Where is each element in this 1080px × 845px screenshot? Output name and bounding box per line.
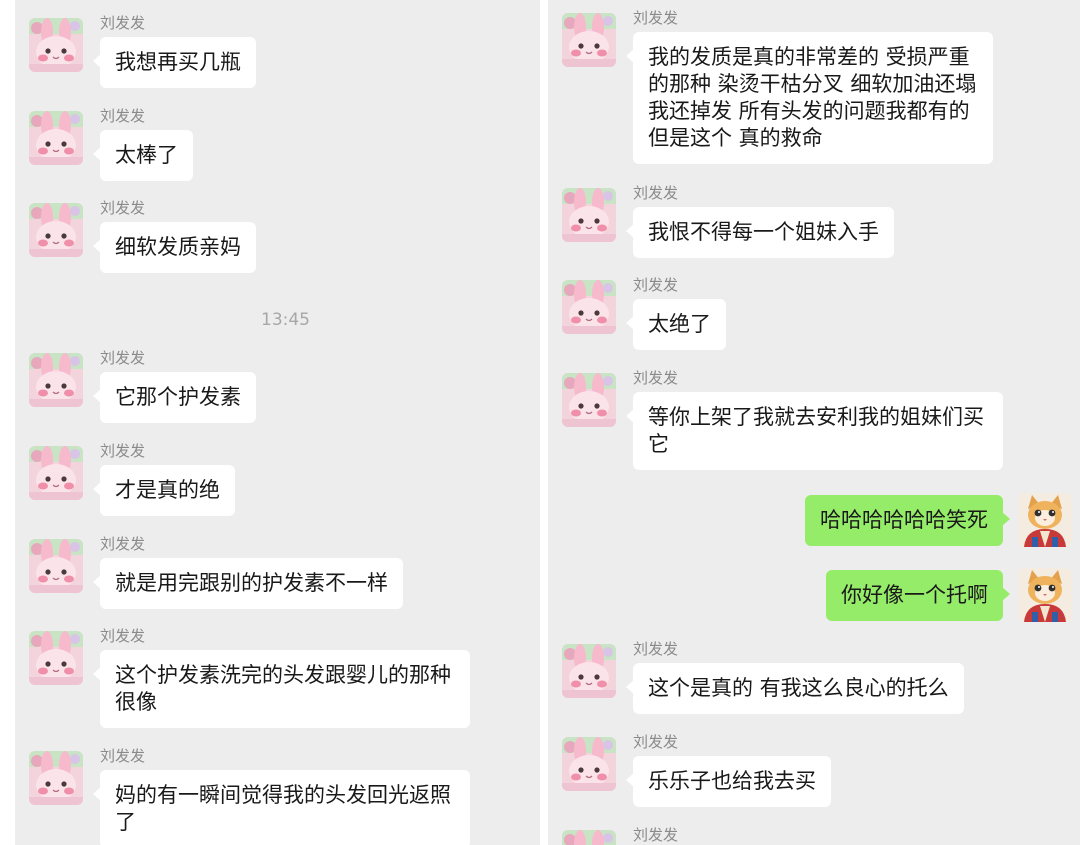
sender-name: 刘发发 (100, 442, 146, 460)
sender-name: 刘发发 (100, 14, 146, 32)
sender-name: 刘发发 (100, 627, 146, 645)
message-bubble[interactable]: 这个护发素洗完的头发跟婴儿的那种很像 (93, 650, 470, 728)
message-bubble[interactable]: 太棒了 (93, 130, 193, 181)
sender-name: 刘发发 (633, 826, 679, 844)
message-bubble[interactable]: 就是用完跟别的护发素不一样 (93, 558, 403, 609)
chat-panel-left[interactable]: 刘发发 我想再买几瓶 刘发发 太棒了 刘发发 细软发质亲妈 13:45 刘发发 … (15, 0, 540, 845)
message-bubble[interactable]: 我恨不得每一个姐妹入手 (626, 207, 894, 258)
message-bubble[interactable]: 我想再买几瓶 (93, 37, 256, 88)
message-bubble[interactable]: 细软发质亲妈 (93, 222, 256, 273)
message-bubble[interactable]: 太绝了 (626, 299, 726, 350)
sender-name: 刘发发 (633, 733, 679, 751)
sender-name: 刘发发 (633, 276, 679, 294)
my-message-bubble[interactable]: 哈哈哈哈哈哈笑死 (805, 495, 1010, 546)
sender-name: 刘发发 (100, 107, 146, 125)
chat-panel-right[interactable]: 刘发发 我的发质是真的非常差的 受损严重的那种 染烫干枯分叉 细软加油还塌 我还… (548, 0, 1080, 845)
sender-name: 刘发发 (633, 640, 679, 658)
cartoon-cat-avatar-icon[interactable] (1018, 493, 1072, 547)
message-bubble[interactable]: 这个是真的 有我这么良心的托么 (626, 663, 964, 714)
pink-bunny-avatar-icon[interactable] (29, 751, 83, 805)
pink-bunny-avatar-icon[interactable] (29, 18, 83, 72)
sender-name: 刘发发 (100, 535, 146, 553)
pink-bunny-avatar-icon[interactable] (562, 830, 616, 845)
sender-name: 刘发发 (100, 199, 146, 217)
message-bubble[interactable]: 才是真的绝 (93, 465, 235, 516)
pink-bunny-avatar-icon[interactable] (29, 446, 83, 500)
message-bubble[interactable]: 妈的有一瞬间觉得我的头发回光返照了 (93, 770, 470, 845)
message-bubble[interactable]: 我的发质是真的非常差的 受损严重的那种 染烫干枯分叉 细软加油还塌 我还掉发 所… (626, 32, 993, 164)
pink-bunny-avatar-icon[interactable] (29, 353, 83, 407)
pink-bunny-avatar-icon[interactable] (562, 737, 616, 791)
pink-bunny-avatar-icon[interactable] (562, 188, 616, 242)
message-bubble[interactable]: 乐乐子也给我去买 (626, 756, 831, 807)
sender-name: 刘发发 (100, 747, 146, 765)
sender-name: 刘发发 (633, 184, 679, 202)
screenshot-collage: 刘发发 我想再买几瓶 刘发发 太棒了 刘发发 细软发质亲妈 13:45 刘发发 … (0, 0, 1080, 845)
pink-bunny-avatar-icon[interactable] (562, 280, 616, 334)
sender-name: 刘发发 (633, 9, 679, 27)
pink-bunny-avatar-icon[interactable] (29, 539, 83, 593)
pink-bunny-avatar-icon[interactable] (29, 111, 83, 165)
cartoon-cat-avatar-icon[interactable] (1018, 568, 1072, 622)
chat-timestamp: 13:45 (261, 310, 310, 330)
message-bubble[interactable]: 等你上架了我就去安利我的姐妹们买它 (626, 392, 1003, 470)
sender-name: 刘发发 (633, 369, 679, 387)
pink-bunny-avatar-icon[interactable] (562, 644, 616, 698)
my-message-bubble[interactable]: 你好像一个托啊 (826, 570, 1010, 621)
sender-name: 刘发发 (100, 349, 146, 367)
pink-bunny-avatar-icon[interactable] (29, 631, 83, 685)
message-bubble[interactable]: 它那个护发素 (93, 372, 256, 423)
pink-bunny-avatar-icon[interactable] (562, 373, 616, 427)
pink-bunny-avatar-icon[interactable] (562, 13, 616, 67)
pink-bunny-avatar-icon[interactable] (29, 203, 83, 257)
